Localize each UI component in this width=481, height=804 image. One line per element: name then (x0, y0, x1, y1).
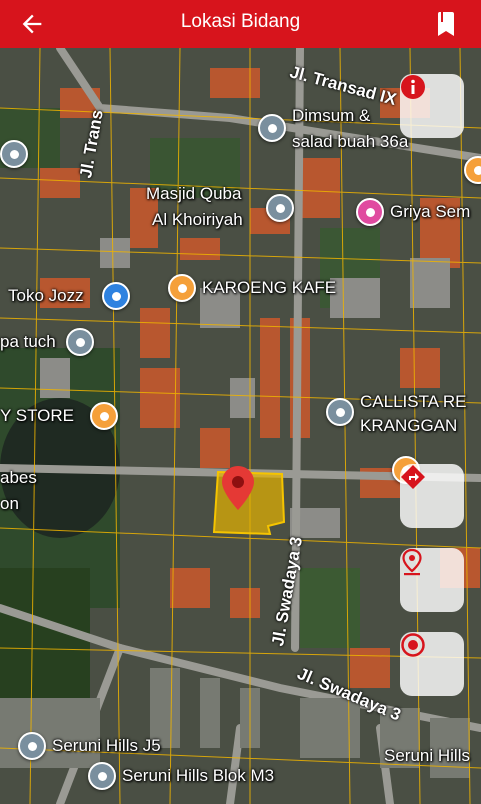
place-label-seruni-m3[interactable]: Seruni Hills Blok M3 (122, 766, 274, 786)
location-pin-button[interactable] (400, 548, 464, 612)
target-button[interactable] (400, 632, 464, 696)
app-bar: Lokasi Bidang (0, 0, 481, 48)
place-label-callista-1[interactable]: CALLISTA RE (360, 392, 466, 412)
place-pin-icon[interactable] (258, 114, 286, 142)
parcel-location-pin-icon[interactable] (222, 466, 254, 510)
hotel-pin-icon[interactable] (356, 198, 384, 226)
page-title: Lokasi Bidang (180, 11, 301, 32)
place-label-abes-1[interactable]: abes (0, 468, 37, 488)
info-button[interactable] (400, 74, 464, 138)
shop-pin-icon[interactable] (102, 282, 130, 310)
mosque-pin-icon[interactable] (266, 194, 294, 222)
place-label-masjid-2[interactable]: Al Khoiriyah (152, 210, 243, 230)
place-label-seruni-right[interactable]: Seruni Hills (384, 746, 470, 766)
left-edge-pin-icon[interactable] (0, 140, 28, 168)
target-icon (401, 633, 425, 657)
place-label-toko[interactable]: Toko Jozz (8, 286, 84, 306)
place-label-callista-2[interactable]: KRANGGAN (360, 416, 457, 436)
info-icon (401, 75, 425, 99)
place-label-karoeng[interactable]: KAROENG KAFE (202, 278, 336, 298)
bookmark-icon[interactable] (435, 10, 459, 38)
place-label-dimsum[interactable]: Dimsum & (292, 106, 370, 126)
place-label-abes-2[interactable]: on (0, 494, 19, 514)
place-label-dimsum-2[interactable]: salad buah 36a (292, 132, 408, 152)
location-pin-icon (402, 548, 422, 576)
seruni-j5-pin-icon[interactable] (18, 732, 46, 760)
place-label-batuch[interactable]: pa tuch (0, 332, 56, 352)
place-label-ystore[interactable]: Y STORE (0, 406, 74, 426)
map-view[interactable]: Jl. Transad IX Jl. Trans Jl. Swadaya 3 J… (0, 48, 481, 804)
store-pin-icon[interactable] (90, 402, 118, 430)
place-label-seruni-j5[interactable]: Seruni Hills J5 (52, 736, 161, 756)
seruni-m3-pin-icon[interactable] (88, 762, 116, 790)
place-pin-batuch-icon[interactable] (66, 328, 94, 356)
callista-pin-icon[interactable] (326, 398, 354, 426)
cafe-pin-icon[interactable] (168, 274, 196, 302)
place-label-griya[interactable]: Griya Sem (390, 202, 470, 222)
directions-button[interactable] (400, 464, 464, 528)
place-label-masjid-1[interactable]: Masjid Quba (146, 184, 241, 204)
directions-icon (401, 465, 425, 489)
